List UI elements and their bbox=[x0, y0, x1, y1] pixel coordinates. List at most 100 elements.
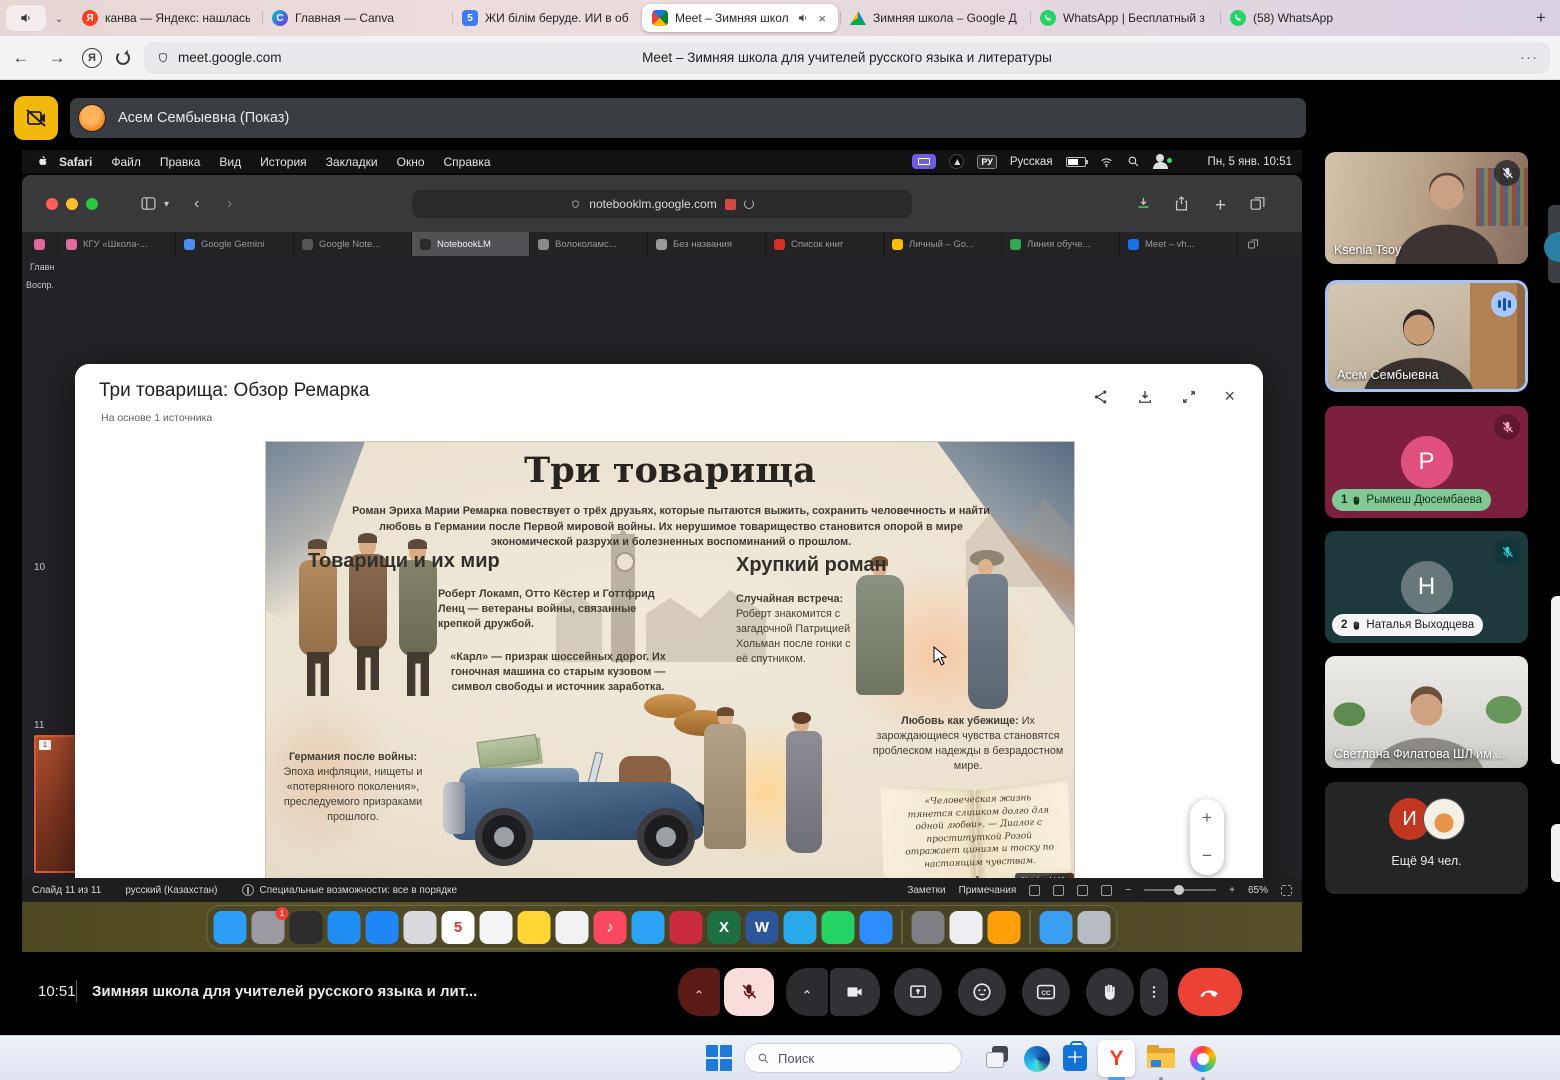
zoom-slider[interactable] bbox=[1144, 889, 1216, 891]
tab-audio-button[interactable] bbox=[6, 5, 46, 31]
grid-view-icon[interactable] bbox=[1053, 885, 1064, 896]
participant-tile-6[interactable]: ИЕщё 94 чел. bbox=[1325, 782, 1528, 894]
browser-tab-6[interactable]: WhatsApp | Бесплатный з bbox=[1030, 4, 1218, 32]
chevron-down-icon[interactable]: ▾ bbox=[164, 199, 169, 210]
zoom-out-button[interactable]: − bbox=[1202, 846, 1212, 866]
tab-overview-icon[interactable] bbox=[1249, 195, 1266, 212]
browser-tab-4[interactable]: Meet – Зимняя школ× bbox=[642, 4, 838, 32]
dock-excel-icon[interactable]: X bbox=[708, 911, 741, 944]
share-icon[interactable] bbox=[1173, 195, 1190, 212]
dock-word-icon[interactable]: W bbox=[746, 911, 779, 944]
safari-address-bar[interactable]: notebooklm.google.com bbox=[412, 190, 912, 218]
chevron-down-icon[interactable]: ⌄ bbox=[50, 12, 68, 25]
input-source-icon[interactable]: РУ bbox=[977, 155, 996, 169]
start-button[interactable] bbox=[706, 1045, 732, 1071]
dock-preview-icon[interactable] bbox=[950, 911, 983, 944]
tab-sound-icon[interactable] bbox=[797, 12, 809, 24]
safari-tab-3[interactable]: Google Gemini bbox=[176, 232, 294, 256]
slide-counter[interactable]: Слайд 11 из 11 bbox=[32, 885, 101, 896]
dock-keynote-window-icon[interactable] bbox=[912, 911, 945, 944]
close-icon[interactable]: × bbox=[1224, 386, 1235, 407]
menu-5[interactable]: История bbox=[260, 155, 307, 169]
dock-downloads-icon[interactable] bbox=[1040, 911, 1073, 944]
dock-app-store-icon[interactable] bbox=[328, 911, 361, 944]
taskbar-search[interactable]: Поиск bbox=[744, 1043, 962, 1073]
safari-tab-10[interactable]: Линия обуче... bbox=[1002, 232, 1120, 256]
screen-sharing-icon[interactable] bbox=[912, 154, 936, 169]
spotlight-icon[interactable] bbox=[1127, 155, 1140, 168]
notes-button[interactable]: Заметки bbox=[907, 885, 945, 896]
browser-tab-3[interactable]: 5ЖИ білім беруде. ИИ в об bbox=[452, 4, 640, 32]
dock-calendar-icon[interactable]: 5 bbox=[442, 911, 475, 944]
present-button[interactable] bbox=[894, 968, 942, 1016]
back-button[interactable]: ← bbox=[10, 48, 32, 68]
dock-safari-icon[interactable] bbox=[632, 911, 665, 944]
download-icon[interactable] bbox=[1136, 388, 1154, 406]
filmstrip-icon[interactable] bbox=[1077, 885, 1088, 896]
edge-button[interactable] bbox=[1022, 1044, 1052, 1074]
language-label[interactable]: русский (Казахстан) bbox=[125, 885, 217, 896]
edge-button-fragment[interactable] bbox=[1544, 232, 1560, 262]
yandex-button[interactable]: Я bbox=[82, 48, 102, 68]
more-menu-icon[interactable]: ··· bbox=[1520, 49, 1538, 66]
comments-button[interactable]: Примечания bbox=[959, 885, 1017, 896]
view-icon[interactable] bbox=[1029, 885, 1040, 896]
dock-finder-icon[interactable] bbox=[214, 911, 247, 944]
menubar-clock[interactable]: Пн, 5 янв. 10:51 bbox=[1208, 156, 1292, 168]
tab-overview-icon[interactable] bbox=[1238, 232, 1268, 256]
dock-tv-icon[interactable] bbox=[670, 911, 703, 944]
menu-8[interactable]: Справка bbox=[444, 155, 491, 169]
wifi-icon[interactable] bbox=[1099, 156, 1114, 168]
dock-easel-icon[interactable] bbox=[290, 911, 323, 944]
zoom-window-button[interactable] bbox=[86, 198, 98, 210]
participant-tile-2[interactable]: Асем Сембыевна bbox=[1325, 280, 1528, 392]
dock-notes-icon[interactable] bbox=[518, 911, 551, 944]
participant-tile-1[interactable]: Ksenia Tsoy bbox=[1325, 152, 1528, 264]
dock-photos-icon[interactable] bbox=[556, 911, 589, 944]
zoom-in-button[interactable]: + bbox=[1202, 808, 1212, 828]
close-window-button[interactable] bbox=[46, 198, 58, 210]
presenter-bar[interactable]: Асем Сембыевна (Показ) bbox=[70, 98, 1306, 138]
safari-tab-5[interactable]: NotebookLM bbox=[412, 232, 530, 256]
share-icon[interactable] bbox=[1092, 388, 1110, 406]
camera-options-button[interactable] bbox=[786, 968, 828, 1016]
safari-tab-2[interactable]: КГУ «Школа-... bbox=[58, 232, 176, 256]
expand-icon[interactable] bbox=[1180, 388, 1198, 406]
safari-tab-4[interactable]: Google Note... bbox=[294, 232, 412, 256]
captions-button[interactable]: CC bbox=[1022, 968, 1070, 1016]
dock-settings-icon[interactable]: 1 bbox=[252, 911, 285, 944]
dock-zoom-icon[interactable] bbox=[860, 911, 893, 944]
zoom-controls[interactable]: + − bbox=[1190, 799, 1224, 875]
more-options-button[interactable] bbox=[1140, 968, 1168, 1016]
safari-tab-7[interactable]: Без названия bbox=[648, 232, 766, 256]
dock-news-icon[interactable] bbox=[480, 911, 513, 944]
new-tab-button[interactable]: + bbox=[1528, 5, 1554, 31]
safari-tab-9[interactable]: Личный – Go... bbox=[884, 232, 1002, 256]
safari-forward-button[interactable]: › bbox=[227, 195, 232, 213]
present-icon[interactable] bbox=[1101, 885, 1112, 896]
dock-mail-icon[interactable] bbox=[366, 911, 399, 944]
safari-back-button[interactable]: ‹ bbox=[194, 195, 199, 213]
browser-tab-5[interactable]: Зимняя школа – Google Д bbox=[840, 4, 1028, 32]
new-tab-icon[interactable]: + bbox=[1215, 195, 1226, 217]
participant-tile-4[interactable]: Н2Наталья Выходцева bbox=[1325, 531, 1528, 643]
zoom-out-icon[interactable]: − bbox=[1125, 885, 1131, 896]
safari-tab-6[interactable]: Волоколамс... bbox=[530, 232, 648, 256]
menu-1[interactable]: Safari bbox=[59, 155, 92, 169]
mic-options-button[interactable] bbox=[678, 968, 720, 1016]
safari-tab-11[interactable]: Meet – vh... bbox=[1120, 232, 1238, 256]
dock-launchpad-icon[interactable] bbox=[404, 911, 437, 944]
camera-off-badge[interactable] bbox=[14, 96, 58, 140]
sidebar-icon[interactable] bbox=[140, 195, 157, 212]
camera-toggle-button[interactable] bbox=[830, 968, 880, 1016]
fullscreen-icon[interactable] bbox=[1281, 885, 1292, 896]
menu-3[interactable]: Правка bbox=[160, 155, 201, 169]
safari-tab-8[interactable]: Список книг bbox=[766, 232, 884, 256]
dock-whatsapp-icon[interactable] bbox=[822, 911, 855, 944]
dock-books-icon[interactable] bbox=[988, 911, 1021, 944]
participant-tile-5[interactable]: Светлана Филатова ШЛ им.... bbox=[1325, 656, 1528, 768]
minimize-window-button[interactable] bbox=[66, 198, 78, 210]
participant-tile-3[interactable]: Р1Рымкеш Дюсембаева bbox=[1325, 406, 1528, 518]
task-view-button[interactable] bbox=[984, 1044, 1014, 1074]
zoom-in-icon[interactable]: + bbox=[1229, 885, 1235, 896]
